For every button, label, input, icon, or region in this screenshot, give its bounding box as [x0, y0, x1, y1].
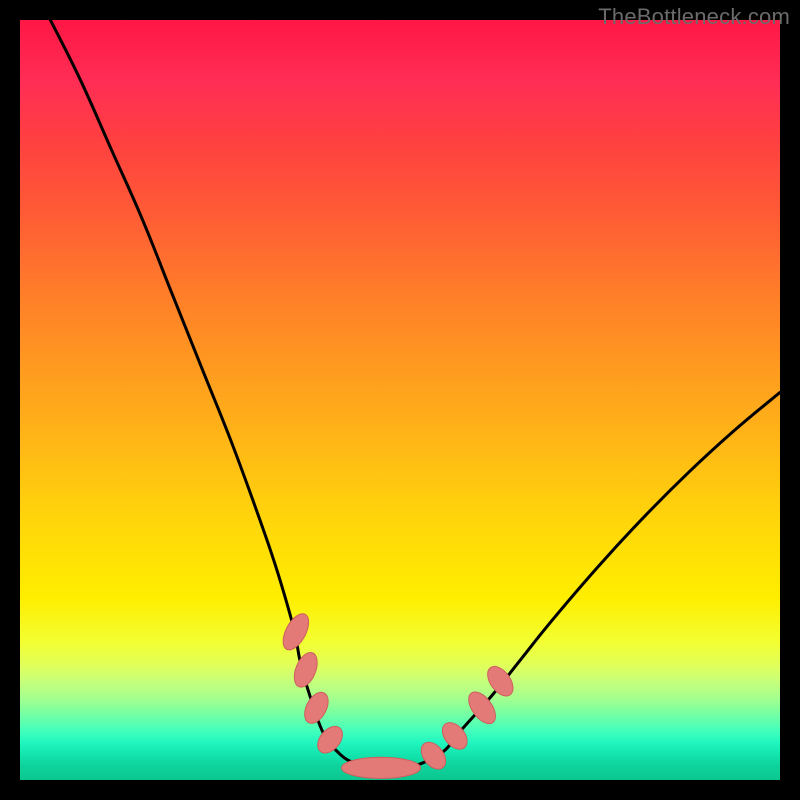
watermark-label: TheBottleneck.com	[598, 4, 790, 30]
chart-frame: TheBottleneck.com	[0, 0, 800, 800]
curve-marker	[416, 738, 450, 774]
curve-markers	[278, 610, 518, 779]
bottleneck-curve	[50, 20, 780, 769]
curve-marker	[278, 610, 314, 654]
curve-marker	[313, 722, 348, 758]
curve-marker	[300, 688, 333, 727]
chart-plot-area	[20, 20, 780, 780]
curve-marker	[290, 649, 322, 690]
curve-marker	[341, 757, 420, 778]
chart-svg	[20, 20, 780, 780]
